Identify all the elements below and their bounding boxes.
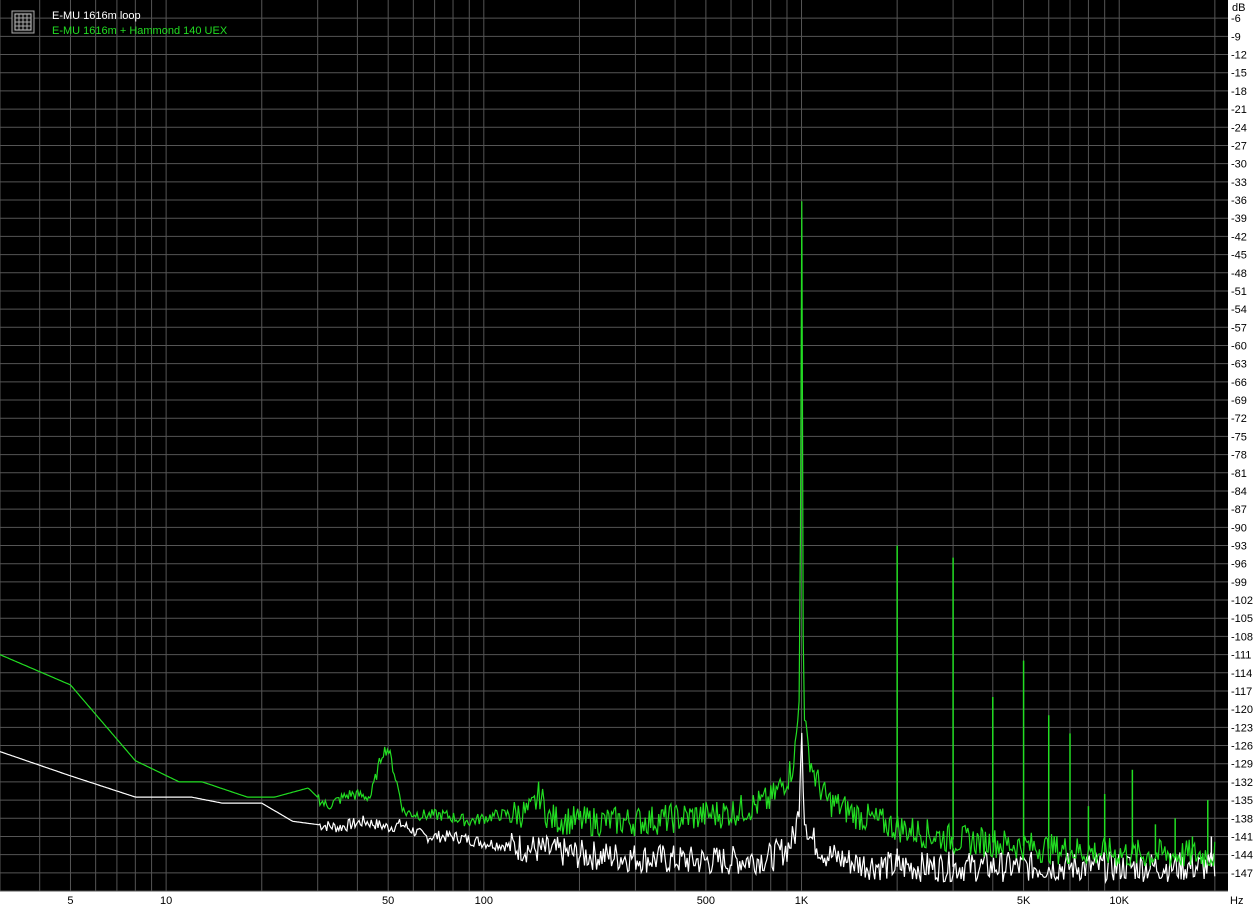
x-tick-label: 500 — [697, 895, 715, 907]
x-axis-unit: Hz — [1230, 895, 1243, 907]
y-tick-label: -51 — [1231, 286, 1247, 298]
y-tick-label: -90 — [1231, 522, 1247, 534]
y-tick-label: -147 — [1231, 868, 1253, 880]
y-tick-label: -45 — [1231, 250, 1247, 262]
x-tick-label: 10 — [160, 895, 172, 907]
y-tick-label: -66 — [1231, 377, 1247, 389]
legend-entry-2: E-MU 1616m + Hammond 140 UEX — [52, 25, 228, 37]
y-tick-label: -24 — [1231, 122, 1247, 134]
x-axis-panel — [0, 891, 1256, 909]
y-tick-label: -84 — [1231, 486, 1247, 498]
x-tick-label: 50 — [382, 895, 394, 907]
y-axis-unit: dB — [1232, 2, 1245, 14]
y-tick-label: -78 — [1231, 450, 1247, 462]
y-tick-label: -111 — [1231, 650, 1251, 662]
x-tick-label: 1K — [795, 895, 809, 907]
y-tick-label: -102 — [1231, 595, 1253, 607]
y-tick-label: -99 — [1231, 577, 1247, 589]
plot-area — [0, 0, 1228, 891]
y-tick-label: -120 — [1231, 704, 1253, 716]
y-tick-label: -126 — [1231, 741, 1253, 753]
y-tick-label: -105 — [1231, 613, 1253, 625]
y-tick-label: -138 — [1231, 813, 1253, 825]
y-tick-label: -123 — [1231, 722, 1253, 734]
x-tick-label: 10K — [1109, 895, 1129, 907]
y-tick-label: -81 — [1231, 468, 1247, 480]
x-tick-label: 5K — [1017, 895, 1031, 907]
y-tick-label: -75 — [1231, 431, 1247, 443]
legend-grid-icon[interactable] — [11, 10, 35, 34]
y-tick-label: -60 — [1231, 340, 1247, 352]
y-tick-label: -63 — [1231, 359, 1247, 371]
y-tick-label: -87 — [1231, 504, 1247, 516]
y-tick-label: -54 — [1231, 304, 1247, 316]
y-tick-label: -18 — [1231, 86, 1247, 98]
y-tick-label: -15 — [1231, 68, 1247, 80]
y-tick-label: -33 — [1231, 177, 1247, 189]
y-tick-label: -72 — [1231, 413, 1247, 425]
y-tick-label: -93 — [1231, 541, 1247, 553]
y-tick-label: -129 — [1231, 759, 1253, 771]
y-tick-label: -135 — [1231, 795, 1253, 807]
y-tick-label: -6 — [1231, 13, 1241, 25]
y-tick-label: -141 — [1231, 831, 1253, 843]
y-tick-label: -27 — [1231, 140, 1247, 152]
y-tick-label: -69 — [1231, 395, 1247, 407]
y-tick-label: -117 — [1231, 686, 1252, 698]
y-tick-label: -39 — [1231, 213, 1247, 225]
y-tick-label: -9 — [1231, 31, 1241, 43]
y-tick-label: -114 — [1231, 668, 1252, 680]
x-tick-label: 5 — [67, 895, 73, 907]
y-tick-label: -144 — [1231, 850, 1253, 862]
legend-entry-1: E-MU 1616m loop — [52, 10, 141, 22]
y-tick-label: -12 — [1231, 50, 1247, 62]
y-tick-label: -42 — [1231, 231, 1247, 243]
y-tick-label: -57 — [1231, 322, 1247, 334]
y-tick-label: -36 — [1231, 195, 1247, 207]
y-tick-label: -108 — [1231, 631, 1253, 643]
y-tick-label: -48 — [1231, 268, 1247, 280]
y-tick-label: -96 — [1231, 559, 1247, 571]
spectrum-chart: -6 -9 -12 -15 -18 -21 -24 -27 -30 -33 -36 -39 -42 -45… — [0, 0, 1256, 909]
y-tick-label: -30 — [1231, 159, 1247, 171]
x-tick-label: 100 — [475, 895, 493, 907]
y-tick-label: -132 — [1231, 777, 1253, 789]
y-tick-label: -21 — [1231, 104, 1247, 116]
